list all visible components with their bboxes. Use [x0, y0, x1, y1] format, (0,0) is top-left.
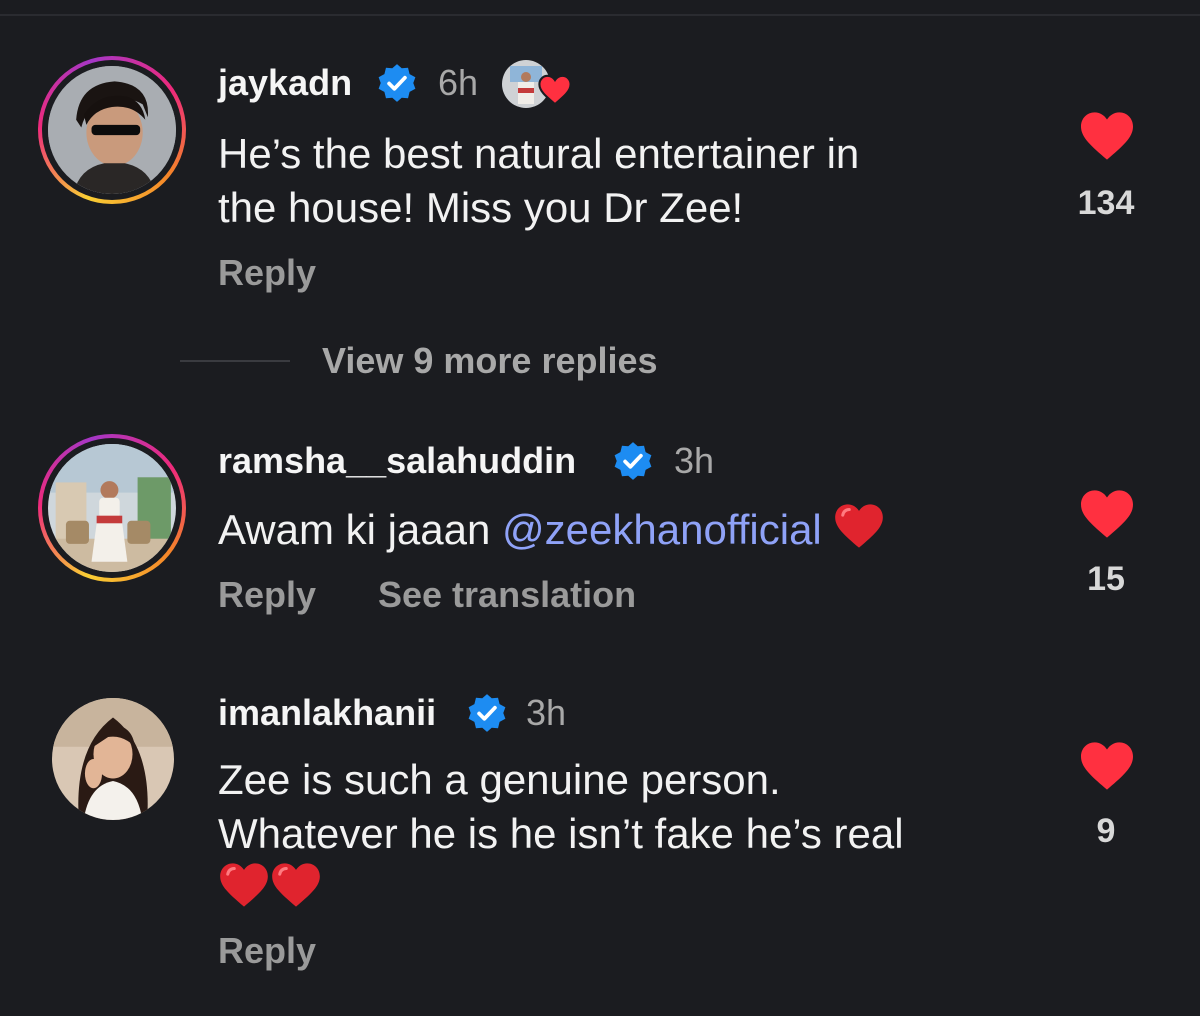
- emoji-line: [218, 861, 904, 915]
- like-count: 134: [1077, 184, 1135, 222]
- red-heart-emoji: [835, 504, 884, 548]
- comment-time: 6h: [438, 62, 479, 103]
- avatar-container[interactable]: [52, 698, 174, 820]
- heart-icon[interactable]: [1078, 488, 1136, 540]
- comment-username[interactable]: imanlakhanii: [218, 692, 436, 734]
- comment-text: Zee is such a genuine person. Whatever h…: [218, 753, 904, 915]
- top-divider: [0, 14, 1200, 16]
- comment-text-line: He’s the best natural entertainer in: [218, 130, 860, 177]
- avatar-story-ring[interactable]: [38, 434, 186, 582]
- comment-text-line: Zee is such a genuine person.: [218, 756, 781, 803]
- avatar: [48, 444, 176, 572]
- like-count: 9: [1096, 812, 1116, 850]
- verified-badge-icon: [468, 694, 506, 732]
- heart-icon[interactable]: [1078, 110, 1136, 162]
- comment-text-line: the house! Miss you Dr Zee!: [218, 184, 744, 231]
- reply-button[interactable]: Reply: [218, 930, 316, 972]
- comment-text-span: Awam ki jaaan: [218, 506, 503, 553]
- mention-link[interactable]: @zeekhanofficial: [502, 506, 822, 553]
- comment-text: Awam ki jaaan @zeekhanofficial: [218, 502, 885, 557]
- avatar: [52, 698, 174, 820]
- comment-text: He’s the best natural entertainer in the…: [218, 127, 859, 235]
- avatar-story-ring[interactable]: [38, 56, 186, 204]
- reply-button[interactable]: Reply: [218, 252, 316, 294]
- avatar: [48, 66, 176, 194]
- reply-button[interactable]: Reply: [218, 574, 316, 616]
- comment-username[interactable]: jaykadn: [218, 62, 352, 104]
- verified-badge-icon: [378, 64, 416, 102]
- replies-divider: [180, 360, 290, 362]
- comment-text-line: Whatever he is he isn’t fake he’s real: [218, 810, 904, 857]
- creator-liked-icon: [500, 58, 572, 110]
- like-count: 15: [1087, 560, 1125, 598]
- verified-badge-icon: [614, 442, 652, 480]
- heart-icon[interactable]: [1078, 740, 1136, 792]
- comment-time: 3h: [674, 440, 715, 481]
- comment-time: 3h: [526, 692, 567, 733]
- red-heart-emoji: [272, 863, 320, 907]
- red-heart-emoji: [220, 863, 268, 907]
- see-translation-button[interactable]: See translation: [378, 574, 636, 616]
- comment-username[interactable]: ramsha__salahuddin: [218, 440, 576, 482]
- view-more-replies-button[interactable]: View 9 more replies: [322, 340, 658, 382]
